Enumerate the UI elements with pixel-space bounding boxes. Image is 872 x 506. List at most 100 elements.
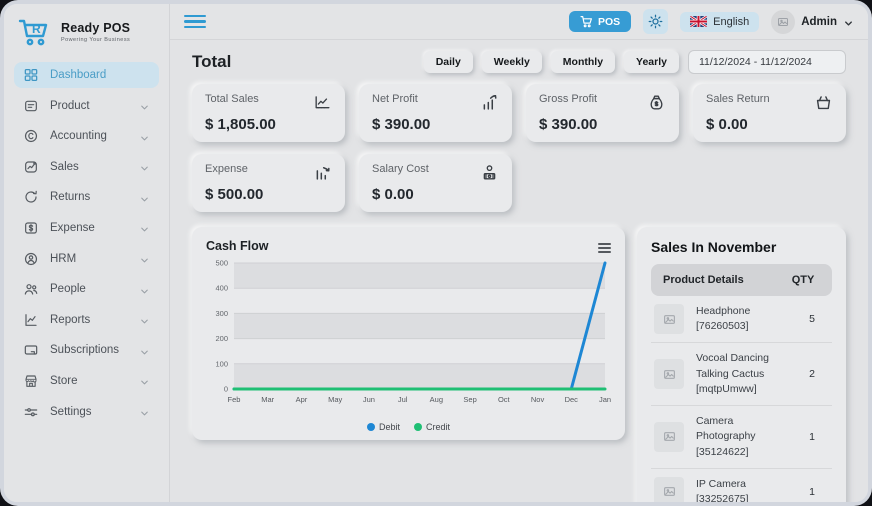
product-name: Vocoal Dancing Talking Cactus [mqtpUmww]: [684, 351, 795, 397]
sidebar-item[interactable]: Store: [14, 368, 159, 394]
stat-value: $ 390.00: [372, 116, 499, 133]
sidebar-item[interactable]: Expense: [14, 215, 159, 241]
sidebar-item-label: Expense: [50, 222, 139, 234]
cart-icon: [580, 15, 593, 28]
sidebar-item-label: People: [50, 283, 139, 295]
svg-text:300: 300: [215, 309, 228, 318]
filter-button[interactable]: Monthly: [551, 51, 615, 73]
sales-table-header: Product Details QTY: [651, 264, 832, 296]
sidebar-item[interactable]: Accounting: [14, 123, 159, 149]
stat-card: Total Sales $ 1,805.00: [192, 84, 345, 142]
stat-label: Salary Cost: [372, 163, 429, 175]
image-placeholder-icon: [777, 16, 789, 28]
sun-icon: [648, 14, 663, 29]
sidebar-item[interactable]: Settings: [14, 399, 159, 425]
sidebar-item[interactable]: Sales: [14, 154, 159, 180]
svg-text:Oct: Oct: [498, 395, 511, 404]
stat-card: Net Profit $ 390.00: [359, 84, 512, 142]
date-range-input[interactable]: [688, 50, 846, 74]
hrm-icon: [23, 251, 39, 267]
legend-dot: [367, 423, 375, 431]
chart-legend: Debit Credit: [206, 422, 611, 432]
svg-text:Dec: Dec: [565, 395, 579, 404]
theme-toggle-button[interactable]: [643, 9, 668, 34]
avatar: [771, 10, 795, 34]
profit-bars-icon: [480, 93, 499, 112]
svg-text:May: May: [328, 395, 342, 404]
product-name: Camera Photography [35124622]: [684, 414, 795, 460]
svg-text:Mar: Mar: [261, 395, 274, 404]
svg-text:Jul: Jul: [398, 395, 408, 404]
table-row: Camera Photography [35124622] 1: [651, 406, 832, 469]
chevron-down-icon: [139, 375, 150, 386]
chevron-down-icon: [139, 314, 150, 325]
accounting-icon: [23, 128, 39, 144]
pos-button[interactable]: POS: [569, 11, 631, 32]
right-column: POS: [170, 4, 868, 502]
image-placeholder-icon: [654, 304, 684, 334]
brand-tagline: Powering Your Business: [61, 37, 130, 43]
reports-icon: [23, 312, 39, 328]
stat-value: $ 0.00: [372, 186, 499, 203]
sales-in-november-card: Sales In November Product Details QTY He…: [637, 227, 846, 502]
hamburger-icon[interactable]: [184, 12, 206, 32]
stat-value: $ 500.00: [205, 186, 332, 203]
chevron-down-icon: [139, 100, 150, 111]
svg-text:Aug: Aug: [430, 395, 443, 404]
filter-button[interactable]: Daily: [424, 51, 473, 73]
settings-icon: [23, 404, 39, 420]
sidebar-item[interactable]: HRM: [14, 246, 159, 272]
store-icon: [23, 373, 39, 389]
chevron-down-icon: [139, 253, 150, 264]
image-placeholder-icon: [654, 359, 684, 389]
product-qty: 1: [795, 486, 829, 498]
sidebar-item[interactable]: People: [14, 276, 159, 302]
sidebar-item[interactable]: Returns: [14, 184, 159, 210]
svg-text:Feb: Feb: [228, 395, 241, 404]
return-basket-icon: [814, 93, 833, 112]
sidebar-item-label: Subscriptions: [50, 344, 139, 356]
brand-text: Ready POS Powering Your Business: [61, 21, 130, 43]
stat-label: Gross Profit: [539, 93, 597, 105]
legend-item[interactable]: Credit: [414, 422, 450, 432]
legend-item[interactable]: Debit: [367, 422, 400, 432]
svg-text:Jan: Jan: [599, 395, 611, 404]
legend-dot: [414, 423, 422, 431]
topbar: POS: [170, 4, 868, 40]
sidebar-item-label: HRM: [50, 253, 139, 265]
svg-text:100: 100: [215, 359, 228, 368]
user-name: Admin: [801, 16, 837, 28]
chevron-down-icon: [843, 16, 854, 27]
brand-logo: R Ready POS Powering Your Business: [4, 4, 169, 54]
product-name: Headphone [76260503]: [684, 304, 795, 334]
sidebar-item-label: Settings: [50, 406, 139, 418]
stat-card: Gross Profit $ 390.00: [526, 84, 679, 142]
stat-label: Sales Return: [706, 93, 770, 105]
sidebar-item[interactable]: Reports: [14, 307, 159, 333]
sidebar-item-label: Dashboard: [50, 69, 150, 81]
chart-menu-icon[interactable]: [598, 239, 611, 255]
chevron-down-icon: [139, 161, 150, 172]
bottom-row: Cash Flow 0100200300400500FebMarAprMayJu…: [192, 227, 846, 502]
product-name: IP Camera [33252675]: [684, 477, 795, 502]
language-selector[interactable]: English: [680, 12, 759, 32]
table-row: Headphone [76260503] 5: [651, 296, 832, 343]
chevron-down-icon: [139, 345, 150, 356]
dashboard-icon: [23, 67, 39, 83]
column-qty: QTY: [786, 274, 820, 286]
sidebar-item[interactable]: Subscriptions: [14, 337, 159, 363]
cashflow-card: Cash Flow 0100200300400500FebMarAprMayJu…: [192, 227, 625, 440]
filter-button[interactable]: Weekly: [482, 51, 542, 73]
subscriptions-icon: [23, 342, 39, 358]
topbar-actions: POS: [569, 9, 854, 34]
svg-text:Jun: Jun: [363, 395, 375, 404]
product-icon: [23, 98, 39, 114]
sidebar: R Ready POS Powering Your Business Dashb…: [4, 4, 170, 502]
stat-card: Salary Cost $ 0.00: [359, 154, 512, 212]
people-icon: [23, 281, 39, 297]
filter-button[interactable]: Yearly: [624, 51, 679, 73]
sidebar-item[interactable]: Dashboard: [14, 62, 159, 88]
user-menu[interactable]: Admin: [771, 10, 854, 34]
product-qty: 2: [795, 368, 829, 380]
sidebar-item[interactable]: Product: [14, 93, 159, 119]
